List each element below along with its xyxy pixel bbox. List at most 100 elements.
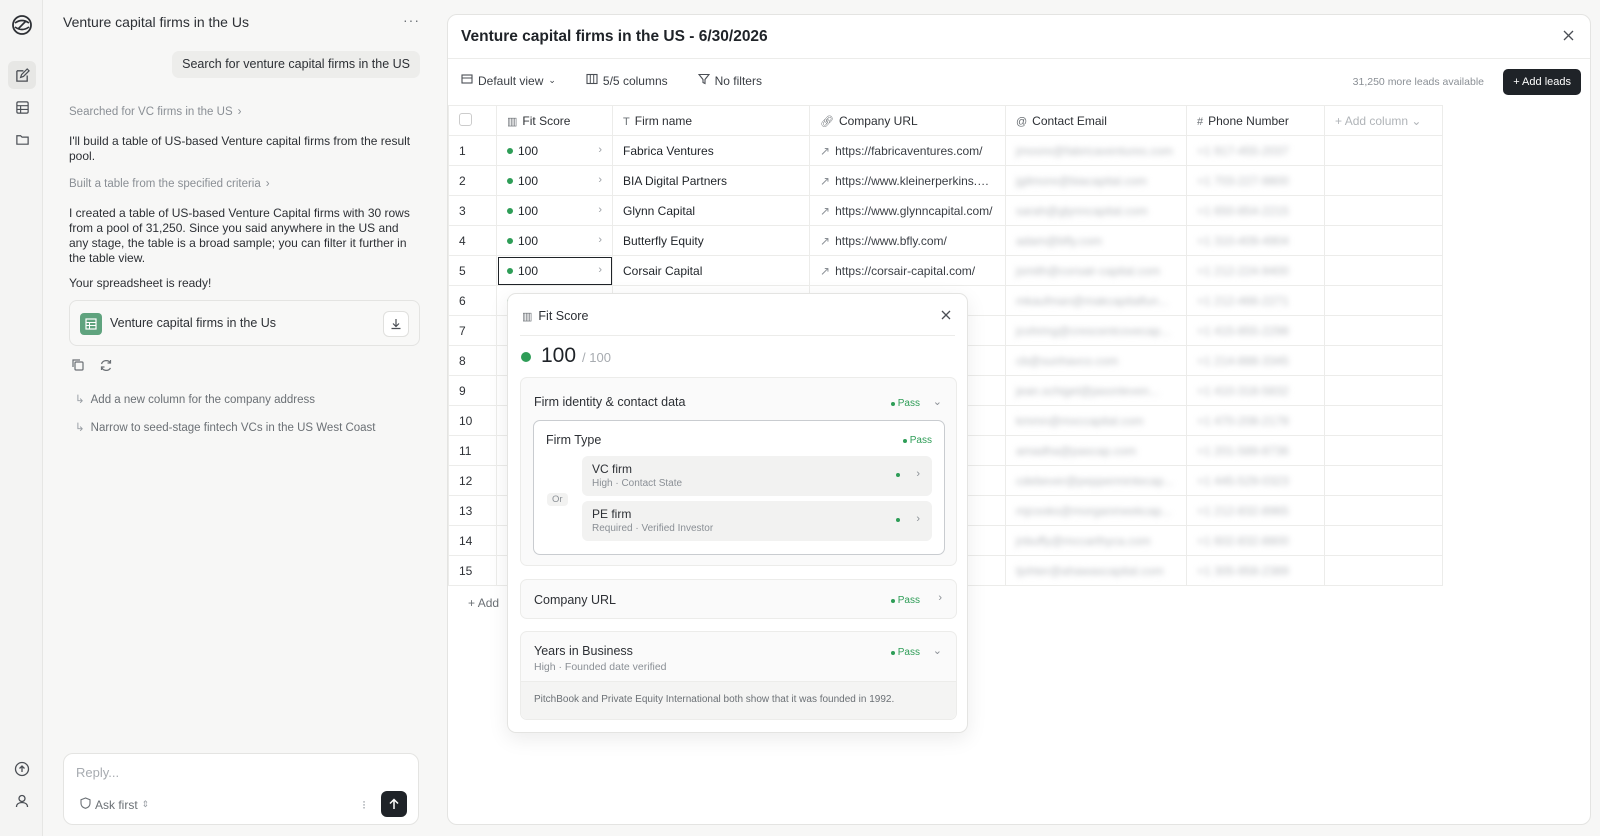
phone-number-cell[interactable]: +1 305-958-2389: [1186, 555, 1325, 586]
table-row[interactable]: 3 100 › Glynn Capital ↗ https://www.glynncapi…: [448, 195, 1443, 226]
contact-email-cell[interactable]: jgilmore@biacapital.com: [1005, 165, 1187, 196]
phone-number-cell[interactable]: +1 410-318-5832: [1186, 375, 1325, 406]
phone-number-cell[interactable]: +1 310-409-4904: [1186, 225, 1325, 256]
add-row-button[interactable]: + Add: [468, 596, 499, 610]
select-all-checkbox[interactable]: [448, 105, 497, 136]
upgrade-icon[interactable]: [11, 758, 33, 780]
filters-button[interactable]: No filters: [697, 73, 762, 88]
divider: [520, 335, 955, 336]
contact-email-cell[interactable]: mkaufman@makcapitalfun...: [1005, 285, 1187, 316]
row-number: 5: [448, 255, 497, 286]
add-leads-button[interactable]: + Add leads: [1503, 69, 1581, 95]
company-url-cell[interactable]: ↗ https://www.glynncapital.com/: [809, 195, 1006, 226]
phone-number-cell[interactable]: +1 917-455-2037: [1186, 135, 1325, 166]
view-icon: [461, 73, 473, 88]
table-row[interactable]: 1 100 › Fabrica Ventures ↗ https://fabricaven…: [448, 135, 1443, 166]
step-searched[interactable]: Searched for VC firms in the US ›: [69, 106, 241, 118]
fit-score-cell[interactable]: 100›: [496, 255, 613, 286]
copy-icon[interactable]: [71, 358, 85, 375]
logo-icon[interactable]: [11, 14, 33, 36]
contact-email-cell[interactable]: jean.schigel@jasonleven...: [1005, 375, 1187, 406]
contact-email-cell[interactable]: jnbuffy@mccarthyca.com: [1005, 525, 1187, 556]
close-icon[interactable]: [941, 308, 951, 323]
suggestion-item[interactable]: ↳ Narrow to seed-stage fintech VCs in the…: [75, 420, 376, 434]
firm-name-cell[interactable]: Butterfly Equity: [612, 225, 810, 256]
fit-score-cell[interactable]: 100›: [496, 225, 613, 256]
company-url-cell[interactable]: ↗ https://www.bfly.com/: [809, 225, 1006, 256]
contact-email-cell[interactable]: jmoore@fabricaventures.com: [1005, 135, 1187, 166]
contact-email-cell[interactable]: jsmith@corsair-capital.com: [1005, 255, 1187, 286]
fit-score-popover: ▥ Fit Score 100 / 100 Firm identity & co…: [507, 293, 968, 733]
column-header-phone-number[interactable]: # Phone Number: [1186, 105, 1325, 136]
assistant-paragraph-3: Your spreadsheet is ready!: [69, 276, 212, 290]
contact-email-cell[interactable]: adam@bfly.com: [1005, 225, 1187, 256]
table-row[interactable]: 4 100 › Butterfly Equity ↗ https://www.bfly.c…: [448, 225, 1443, 256]
fit-score-cell[interactable]: 100›: [496, 135, 613, 166]
reply-input[interactable]: Reply...: [76, 765, 119, 780]
phone-number-cell[interactable]: +1 212-832-8965: [1186, 495, 1325, 526]
chat-title: Venture capital firms in the Us: [63, 14, 249, 30]
contact-email-cell[interactable]: sarah@glynncapital.com: [1005, 195, 1187, 226]
column-header-company-url[interactable]: 🔗︎ Company URL: [809, 105, 1006, 136]
fit-score-cell[interactable]: 100›: [496, 165, 613, 196]
criteria-section-years-in-business[interactable]: Years in Business High · Founded date ve…: [520, 631, 957, 720]
folder-icon[interactable]: [11, 128, 33, 150]
user-icon[interactable]: [11, 790, 33, 812]
phone-number-cell[interactable]: +1 703-227-9800: [1186, 165, 1325, 196]
firm-name-cell[interactable]: Fabrica Ventures: [612, 135, 810, 166]
table-row[interactable]: 5 100 › Corsair Capital ↗ https://corsair-cap…: [448, 255, 1443, 286]
firm-name-cell[interactable]: Glynn Capital: [612, 195, 810, 226]
close-icon[interactable]: [1563, 29, 1574, 44]
company-url-cell[interactable]: ↗ https://www.kleinerperkins.com/: [809, 165, 1006, 196]
option-vc-firm[interactable]: VC firm High · Contact State ›: [582, 456, 932, 496]
phone-number-cell[interactable]: +1 445-529-0323: [1186, 465, 1325, 496]
contact-email-cell[interactable]: amadha@pascap.com: [1005, 435, 1187, 466]
at-icon: @: [1016, 115, 1028, 128]
phone-number-cell[interactable]: +1 212-224-9400: [1186, 255, 1325, 286]
attach-icon[interactable]: ⁝: [362, 798, 366, 812]
contact-email-cell[interactable]: kmmn@mxccapital.com: [1005, 405, 1187, 436]
contact-email-cell[interactable]: jcohring@crescentcovecap...: [1005, 315, 1187, 346]
phone-number-cell[interactable]: +1 201-589-8736: [1186, 435, 1325, 466]
phone-number-cell[interactable]: +1 650-854-2215: [1186, 195, 1325, 226]
step-built-table[interactable]: Built a table from the specified criteri…: [69, 178, 270, 190]
contact-email-cell[interactable]: cb@sunhavco.com: [1005, 345, 1187, 376]
phone-number-cell[interactable]: +1 415-855-2298: [1186, 315, 1325, 346]
view-selector[interactable]: Default view ⌄: [461, 73, 556, 88]
option-pe-firm[interactable]: PE firm Required · Verified Investor ›: [582, 501, 932, 541]
suggestion-item[interactable]: ↳ Add a new column for the company addres…: [75, 392, 315, 406]
column-header-fit-score[interactable]: ▥ Fit Score: [496, 105, 613, 136]
contact-email-cell[interactable]: tjohter@ahawascapital.com: [1005, 555, 1187, 586]
spreadsheet-card[interactable]: Venture capital firms in the Us: [69, 300, 420, 346]
row-number: 11: [448, 435, 497, 466]
firm-name-cell[interactable]: Corsair Capital: [612, 255, 810, 286]
reply-box[interactable]: Reply... Ask first ⇕ ⁝: [63, 753, 419, 825]
criteria-section-company-url[interactable]: Company URL Pass ›: [520, 579, 957, 619]
more-options-button[interactable]: ···: [403, 12, 420, 28]
download-button[interactable]: [383, 311, 409, 337]
send-button[interactable]: [381, 791, 407, 817]
table-icon[interactable]: [11, 96, 33, 118]
bar-chart-icon: ▥: [507, 115, 518, 128]
columns-button[interactable]: 5/5 columns: [586, 73, 668, 88]
fit-score-cell[interactable]: 100›: [496, 195, 613, 226]
company-url-cell[interactable]: ↗ https://fabricaventures.com/: [809, 135, 1006, 166]
regenerate-icon[interactable]: [99, 358, 113, 375]
chevron-down-icon: ⌄: [932, 645, 942, 657]
phone-number-cell[interactable]: +1 602-832-8800: [1186, 525, 1325, 556]
phone-number-cell[interactable]: +1 470-208-2178: [1186, 405, 1325, 436]
firm-name-cell[interactable]: BIA Digital Partners: [612, 165, 810, 196]
contact-email-cell[interactable]: mjcooks@morganmeekcap...: [1005, 495, 1187, 526]
new-chat-icon[interactable]: [8, 61, 36, 89]
criteria-section-firm-identity[interactable]: Firm identity & contact data Pass ⌄ Firm…: [520, 377, 957, 566]
column-header-firm-name[interactable]: T Firm name: [612, 105, 810, 136]
table-row[interactable]: 2 100 › BIA Digital Partners ↗ https://www.kl…: [448, 165, 1443, 196]
company-url-cell[interactable]: ↗ https://corsair-capital.com/: [809, 255, 1006, 286]
empty-cell: [1324, 195, 1443, 226]
ask-first-toggle[interactable]: Ask first ⇕: [80, 797, 149, 812]
add-column-button[interactable]: + Add column ⌄: [1324, 105, 1443, 136]
contact-email-cell[interactable]: cdebever@peppermintecap...: [1005, 465, 1187, 496]
column-header-contact-email[interactable]: @ Contact Email: [1005, 105, 1187, 136]
phone-number-cell[interactable]: +1 212-466-2271: [1186, 285, 1325, 316]
phone-number-cell[interactable]: +1 214-888-3345: [1186, 345, 1325, 376]
